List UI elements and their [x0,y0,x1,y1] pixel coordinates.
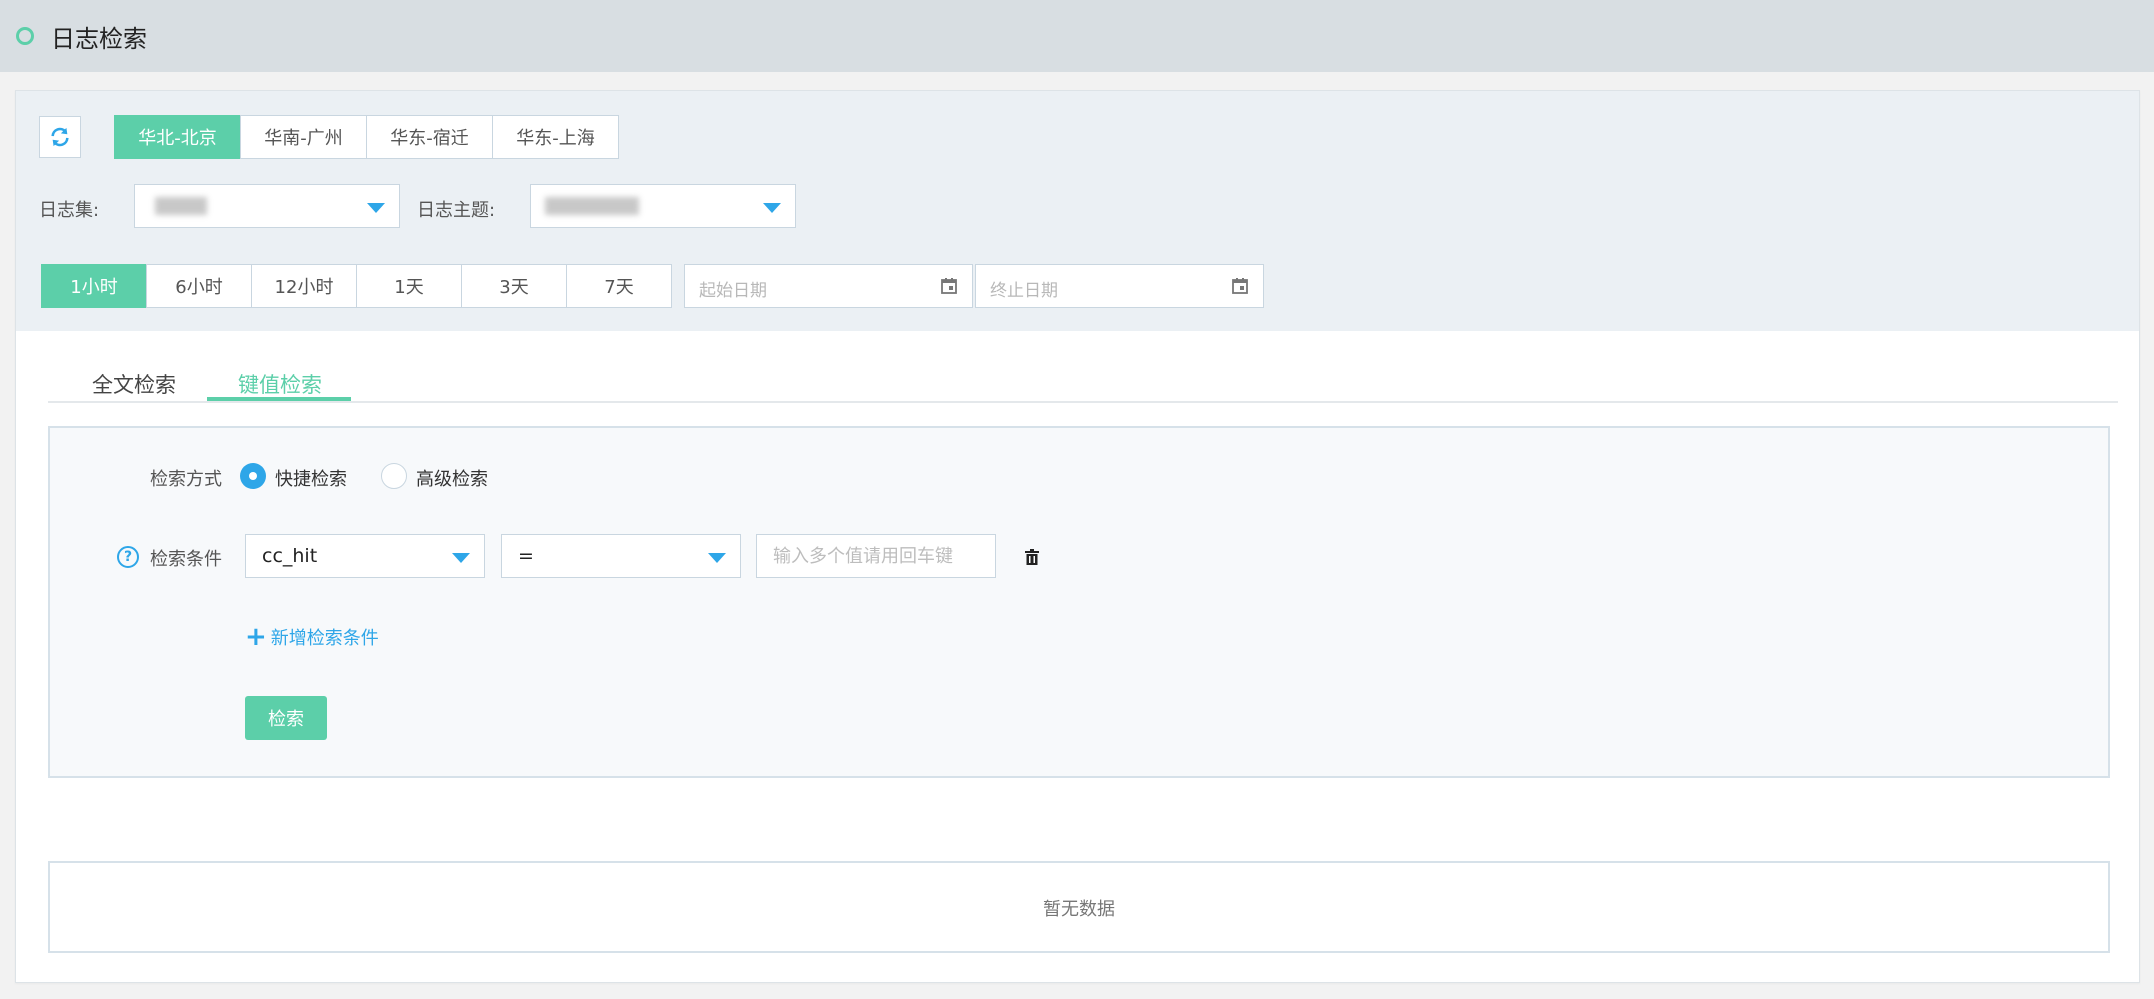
time-option-12h[interactable]: 12小时 [251,264,357,308]
time-option-1d[interactable]: 1天 [356,264,462,308]
search-tabs: 全文检索 键值检索 [48,341,2118,403]
results-area: 暂无数据 [48,861,2110,953]
advanced-search-label[interactable]: 高级检索 [416,465,488,491]
operator-select-value: = [518,545,534,567]
active-tab-indicator [207,397,351,401]
time-option-1h[interactable]: 1小时 [41,264,147,308]
chevron-down-icon [367,203,385,213]
search-button[interactable]: 检索 [245,696,327,740]
time-option-6h[interactable]: 6小时 [146,264,252,308]
topic-value-redacted [545,197,639,215]
time-option-3d[interactable]: 3天 [461,264,567,308]
add-condition-label: 新增检索条件 [270,628,379,649]
logset-select[interactable] [134,184,400,228]
search-mode-label: 检索方式 [150,469,222,490]
page-header: 日志检索 [0,0,2154,72]
tab-keyvalue-search[interactable]: 键值检索 [238,369,322,399]
plus-icon: + [245,622,267,652]
refresh-icon [51,127,69,147]
field-select[interactable]: cc_hit [245,534,485,578]
help-icon[interactable]: ? [117,546,139,568]
calendar-icon [1232,278,1248,294]
operator-select[interactable]: = [501,534,741,578]
status-dot-icon [16,27,34,45]
trash-icon[interactable] [1025,549,1039,565]
topic-label: 日志主题: [417,200,496,221]
region-option-suqian[interactable]: 华东-宿迁 [366,115,493,159]
add-condition-button[interactable]: + 新增检索条件 [245,624,379,650]
region-selector: 华北-北京 华南-广州 华东-宿迁 华东-上海 [114,115,619,159]
region-option-shanghai[interactable]: 华东-上海 [492,115,619,159]
quick-search-label[interactable]: 快捷检索 [275,465,347,491]
end-date-input[interactable]: 终止日期 [975,264,1264,308]
time-range-selector: 1小时 6小时 12小时 1天 3天 7天 [41,264,672,308]
start-date-input[interactable]: 起始日期 [684,264,973,308]
region-option-guangzhou[interactable]: 华南-广州 [240,115,367,159]
field-select-value: cc_hit [262,545,318,567]
topic-select[interactable] [530,184,796,228]
calendar-icon [941,278,957,294]
region-option-beijing[interactable]: 华北-北京 [114,115,241,159]
search-panel: 检索方式 快捷检索 高级检索 ? 检索条件 cc_hit = + 新增检索条件 … [48,426,2110,778]
search-condition-label: 检索条件 [150,549,222,570]
refresh-button[interactable] [39,116,81,158]
logset-label: 日志集: [39,200,100,221]
logset-value-redacted [155,197,207,215]
end-date-placeholder: 终止日期 [990,281,1058,301]
tab-fulltext-search[interactable]: 全文检索 [92,369,176,399]
radio-advanced-search[interactable] [381,463,407,489]
value-input[interactable] [756,534,996,578]
chevron-down-icon [708,553,726,563]
main-card: 华北-北京 华南-广州 华东-宿迁 华东-上海 日志集: 日志主题: 1小时 6… [15,90,2140,983]
radio-quick-search[interactable] [240,463,266,489]
page-title: 日志检索 [51,25,147,53]
chevron-down-icon [452,553,470,563]
time-option-7d[interactable]: 7天 [566,264,672,308]
empty-state-text: 暂无数据 [1043,899,1115,920]
start-date-placeholder: 起始日期 [699,281,767,301]
filter-area: 华北-北京 华南-广州 华东-宿迁 华东-上海 日志集: 日志主题: 1小时 6… [16,91,2139,331]
chevron-down-icon [763,203,781,213]
